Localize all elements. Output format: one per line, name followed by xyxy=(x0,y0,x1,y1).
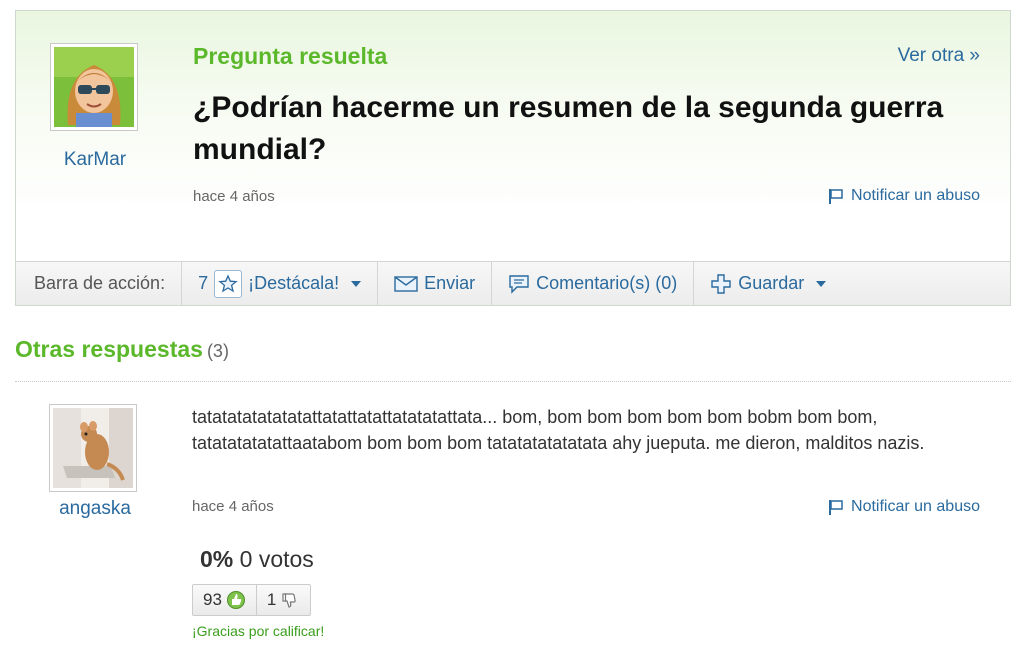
star-label: ¡Destácala! xyxy=(248,273,340,293)
report-abuse-label: Notificar un abuso xyxy=(851,187,980,204)
chevron-down-icon xyxy=(816,280,827,287)
thumbs-down-icon xyxy=(282,593,297,608)
question-status: Pregunta resuelta xyxy=(193,43,388,69)
plus-icon xyxy=(711,273,731,294)
save-label: Guardar xyxy=(738,273,805,293)
send-label: Enviar xyxy=(424,273,476,293)
star-icon xyxy=(214,269,243,298)
question-title: ¿Podrían hacerme un resumen de la segund… xyxy=(193,91,944,166)
save-button[interactable]: Guardar xyxy=(694,262,842,305)
flag-icon xyxy=(829,500,843,515)
thumbs-up-icon xyxy=(226,591,245,609)
answer-time: hace 4 años xyxy=(192,498,274,515)
comments-label: Comentario(s) (0) xyxy=(536,273,678,293)
comments-button[interactable]: Comentario(s) (0) xyxy=(492,262,695,305)
chevron-down-icon xyxy=(351,280,362,287)
rating-thanks-message: ¡Gracias por calificar! xyxy=(192,623,325,639)
thumbs-down-count: 1 xyxy=(266,590,277,609)
avatar-angaska-image xyxy=(53,408,133,488)
envelope-icon xyxy=(394,275,418,292)
flag-icon xyxy=(829,189,843,204)
thumbs-up-button[interactable]: 93 xyxy=(193,585,256,615)
comment-icon xyxy=(509,274,529,294)
action-bar: Barra de acción: 7 ¡Destácala! Enviar Co… xyxy=(16,261,1010,305)
question-author-name[interactable]: KarMar xyxy=(35,149,155,171)
answer-text: tatatatatatatatattatattatattatatatattata… xyxy=(192,407,925,453)
question-panel: KarMar Pregunta resuelta Ver otra » ¿Pod… xyxy=(15,10,1011,306)
other-answers-count: (3) xyxy=(206,341,229,361)
star-count: 7 xyxy=(198,273,209,293)
answer-author-name[interactable]: angaska xyxy=(35,498,155,520)
thumbs-down-button[interactable]: 1 xyxy=(255,585,310,615)
answer-rating: 0% 0 votos xyxy=(200,546,314,573)
report-abuse-link[interactable]: Notificar un abuso xyxy=(827,187,980,205)
other-answers-title: Otras respuestas xyxy=(15,336,203,362)
rating-percent: 0% xyxy=(200,546,234,572)
rating-votes: 0 votos xyxy=(239,546,314,572)
next-question-link[interactable]: Ver otra » xyxy=(898,45,980,67)
question-time: hace 4 años xyxy=(193,188,275,205)
vote-controls: 93 1 xyxy=(192,584,312,616)
send-button[interactable]: Enviar xyxy=(378,262,493,305)
answer-author-avatar[interactable] xyxy=(49,404,137,492)
avatar-karmar-image xyxy=(54,47,134,127)
question-author-avatar[interactable] xyxy=(50,43,138,131)
star-question-button[interactable]: 7 ¡Destácala! xyxy=(182,262,379,305)
other-answers-heading: Otras respuestas (3) xyxy=(15,336,229,363)
divider xyxy=(15,381,1011,382)
action-bar-label: Barra de acción: xyxy=(16,262,183,305)
answer-report-abuse-link[interactable]: Notificar un abuso xyxy=(827,498,980,516)
answer-report-label: Notificar un abuso xyxy=(851,498,980,515)
thumbs-up-count: 93 xyxy=(203,590,222,609)
